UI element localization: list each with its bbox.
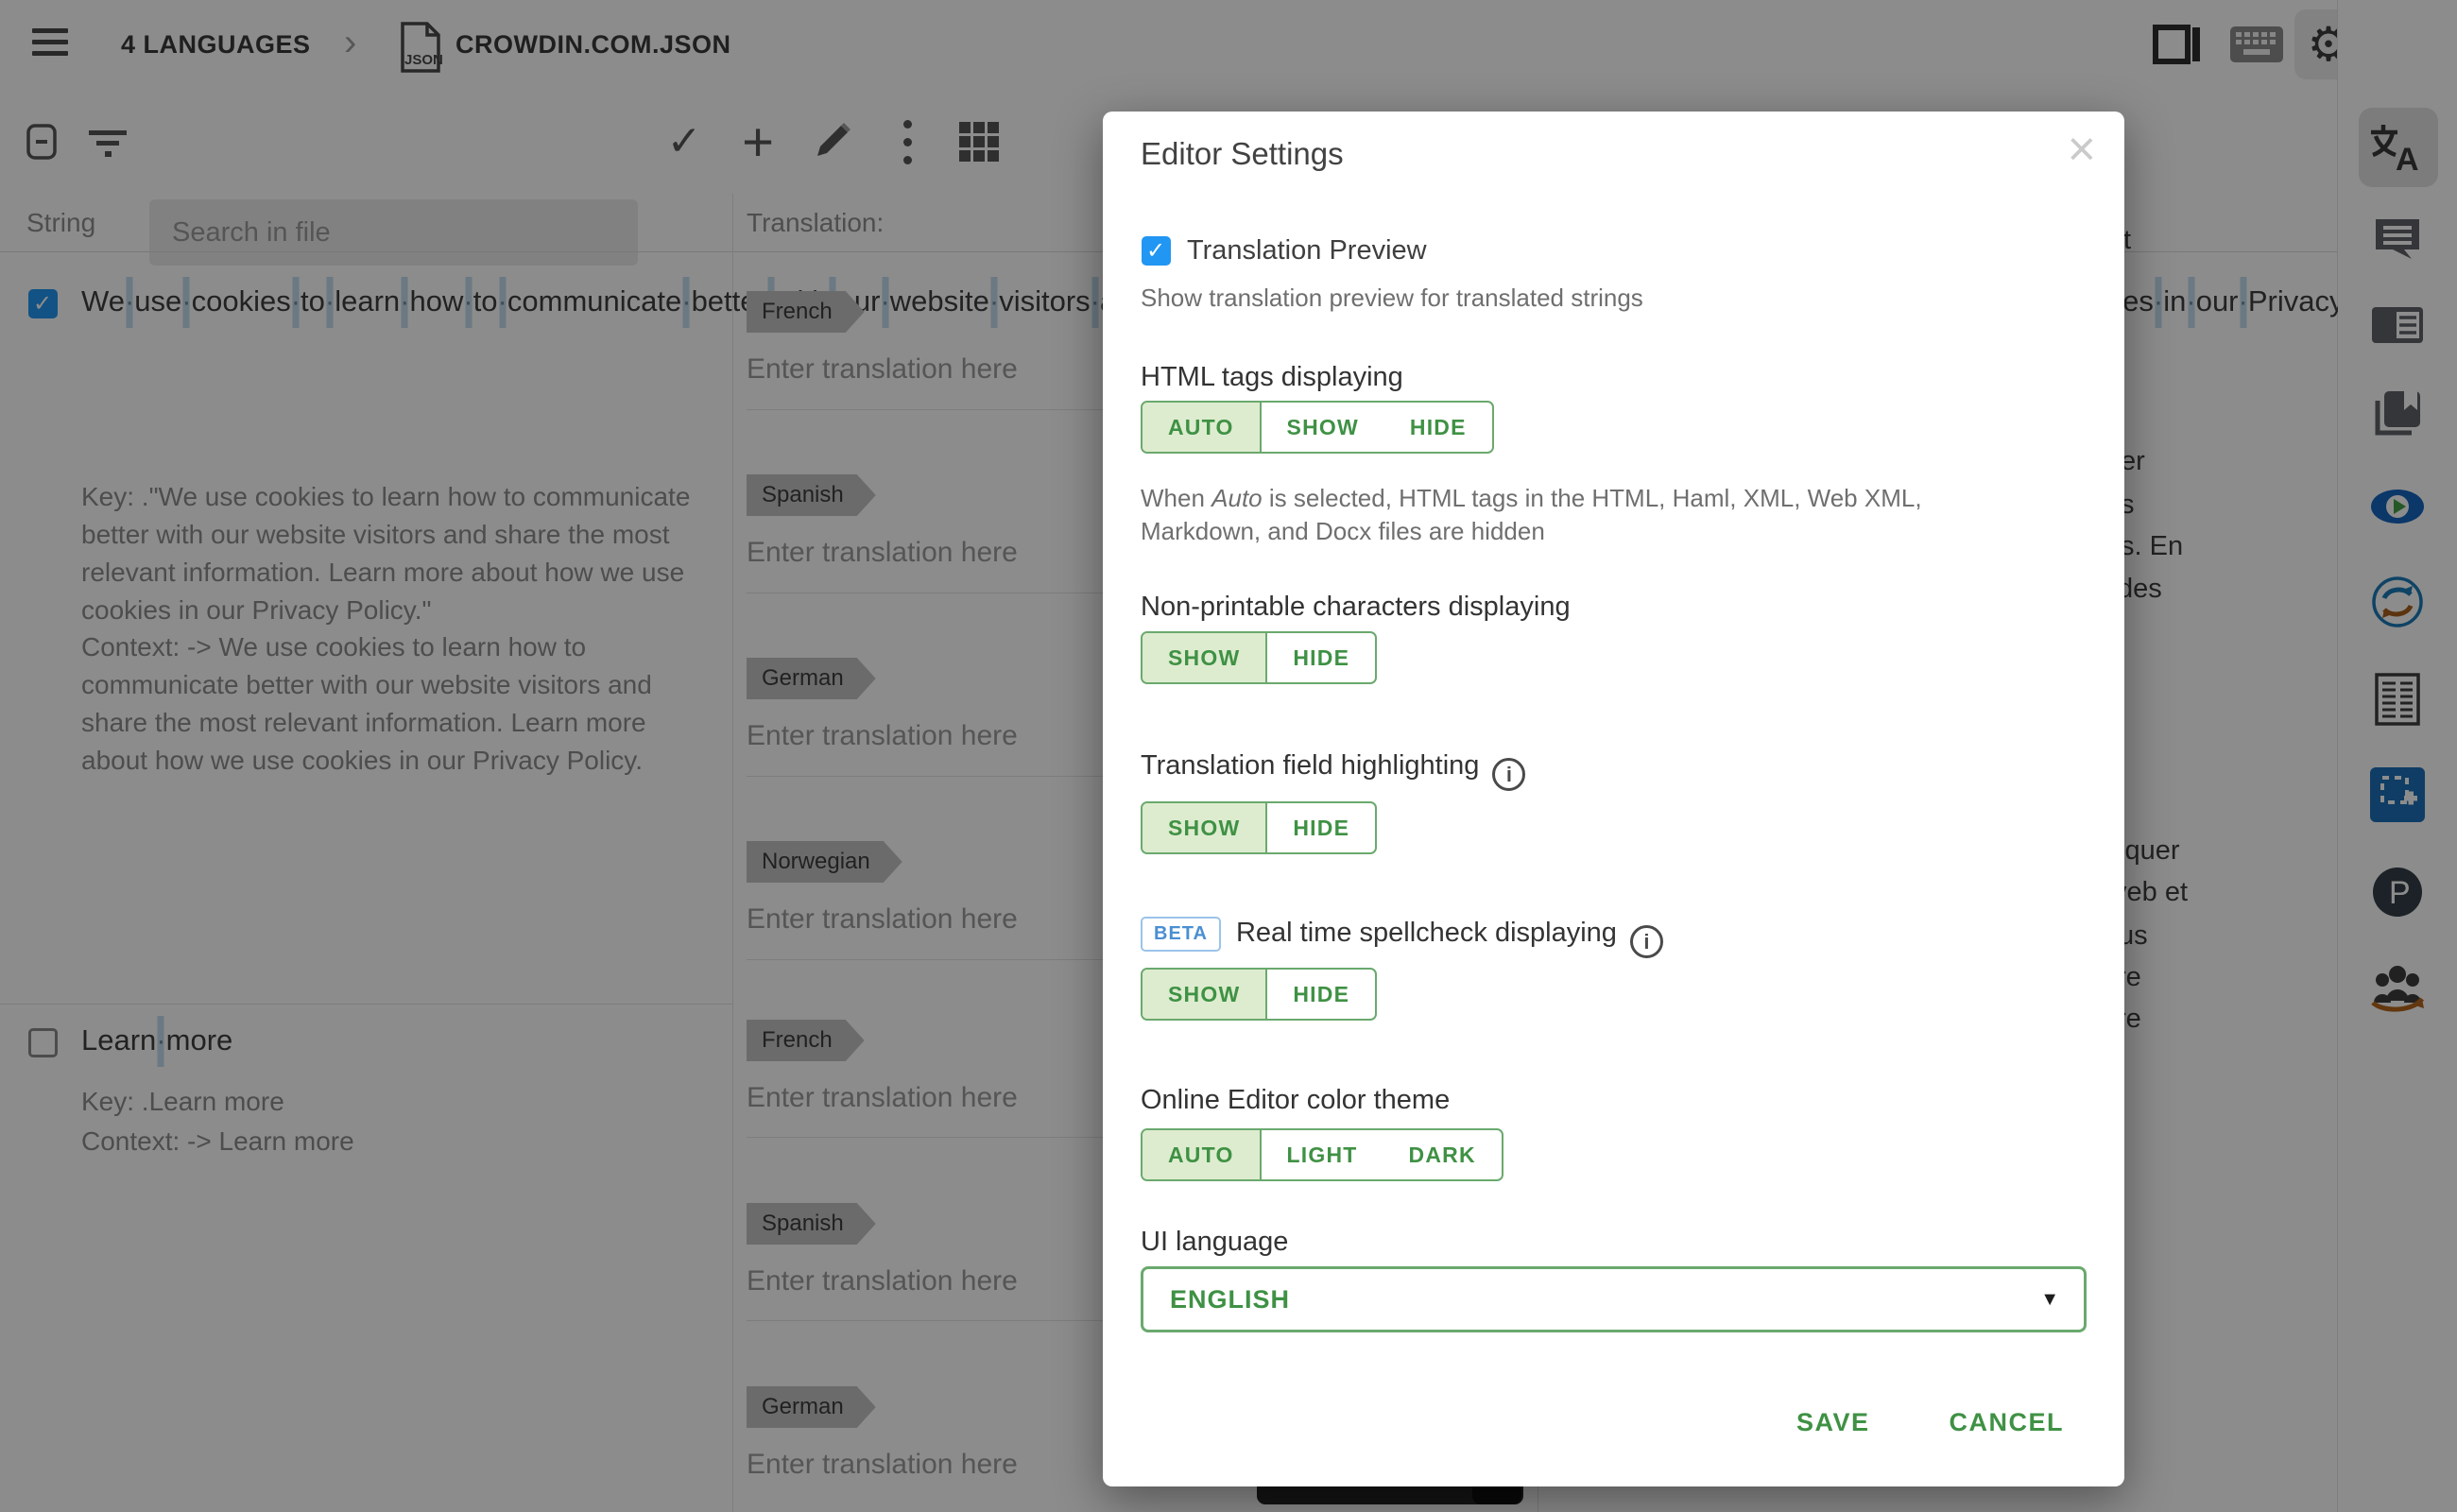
ui-language-label: UI language xyxy=(1141,1227,1288,1258)
save-button[interactable]: SAVE xyxy=(1796,1408,1870,1437)
option-show[interactable]: SHOW xyxy=(1143,970,1267,1019)
section-heading-field-highlighting: Translation field highlightingi xyxy=(1141,750,1525,791)
option-hide[interactable]: HIDE xyxy=(1267,633,1375,682)
info-icon[interactable]: i xyxy=(1630,925,1663,958)
beta-badge: BETA xyxy=(1141,917,1221,952)
ui-language-value: ENGLISH xyxy=(1170,1269,1290,1330)
translation-preview-description: Show translation preview for translated … xyxy=(1141,282,1643,315)
option-dark[interactable]: DARK xyxy=(1383,1130,1502,1179)
option-light[interactable]: LIGHT xyxy=(1262,1130,1383,1179)
html-tags-segmented-control: AUTO SHOW HIDE xyxy=(1141,401,1494,454)
translation-preview-label: Translation Preview xyxy=(1187,235,1427,266)
spellcheck-segmented-control: SHOW HIDE xyxy=(1141,968,1377,1021)
modal-title: Editor Settings xyxy=(1141,136,1344,172)
section-heading-non-printable: Non-printable characters displaying xyxy=(1141,592,1571,623)
cancel-button[interactable]: CANCEL xyxy=(1950,1408,2065,1437)
ui-language-select[interactable]: ENGLISH ▼ xyxy=(1141,1266,2087,1332)
option-hide[interactable]: HIDE xyxy=(1267,803,1375,852)
close-icon[interactable]: × xyxy=(2068,125,2096,174)
field-highlighting-segmented-control: SHOW HIDE xyxy=(1141,801,1377,854)
section-heading-color-theme: Online Editor color theme xyxy=(1141,1085,1450,1116)
html-tags-description: When Auto is selected, HTML tags in the … xyxy=(1141,482,2029,548)
translation-preview-checkbox[interactable] xyxy=(1142,236,1171,266)
option-show[interactable]: SHOW xyxy=(1143,803,1267,852)
option-auto[interactable]: AUTO xyxy=(1143,403,1262,452)
section-heading-spellcheck: BETAReal time spellcheck displayingi xyxy=(1141,917,1663,958)
option-show[interactable]: SHOW xyxy=(1262,403,1384,452)
option-hide[interactable]: HIDE xyxy=(1384,403,1492,452)
option-show[interactable]: SHOW xyxy=(1143,633,1267,682)
option-auto[interactable]: AUTO xyxy=(1143,1130,1262,1179)
section-heading-html-tags: HTML tags displaying xyxy=(1141,362,1403,393)
option-hide[interactable]: HIDE xyxy=(1267,970,1375,1019)
editor-settings-modal: Editor Settings × Translation Preview Sh… xyxy=(1103,112,2124,1486)
non-printable-segmented-control: SHOW HIDE xyxy=(1141,631,1377,684)
chevron-down-icon: ▼ xyxy=(2040,1269,2059,1330)
color-theme-segmented-control: AUTO LIGHT DARK xyxy=(1141,1128,1503,1181)
info-icon[interactable]: i xyxy=(1492,758,1525,791)
